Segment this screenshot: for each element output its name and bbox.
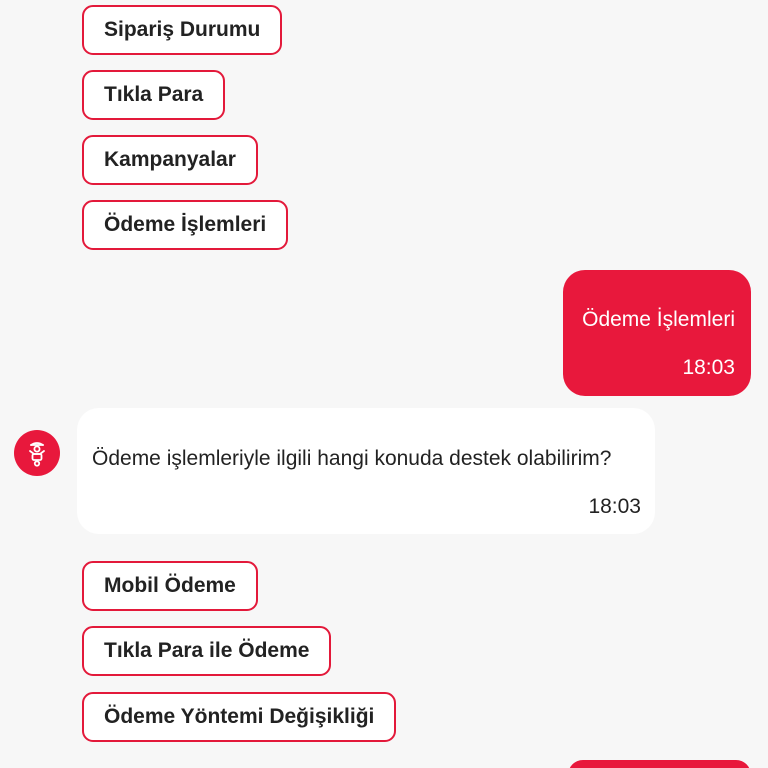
quick-reply-odeme-yontemi-degisikligi[interactable]: Ödeme Yöntemi Değişikliği [82,692,397,742]
quick-reply-tikla-para[interactable]: Tıkla Para [82,70,226,120]
user-message-time: 18:03 [682,356,735,379]
quick-reply-siparis-durumu[interactable]: Sipariş Durumu [82,5,283,55]
bot-message-time: 18:03 [588,495,641,518]
user-message-bubble-partial [568,760,751,768]
bot-message-bubble: Ödeme işlemleriyle ilgili hangi konuda d… [77,408,655,534]
chat-container: Sipariş Durumu Tıkla Para Kampanyalar Öd… [0,0,768,768]
bot-message-text: Ödeme işlemleriyle ilgili hangi konuda d… [92,447,612,470]
bot-avatar [14,430,60,476]
quick-reply-odeme-islemleri[interactable]: Ödeme İşlemleri [82,200,289,250]
quick-reply-tikla-para-ile-odeme[interactable]: Tıkla Para ile Ödeme [82,626,332,676]
courier-scooter-icon [29,442,45,467]
quick-reply-kampanyalar[interactable]: Kampanyalar [82,135,258,185]
user-message-text: Ödeme İşlemleri [582,308,735,331]
user-message-bubble: Ödeme İşlemleri 18:03 [563,270,751,396]
quick-reply-mobil-odeme[interactable]: Mobil Ödeme [82,561,258,611]
